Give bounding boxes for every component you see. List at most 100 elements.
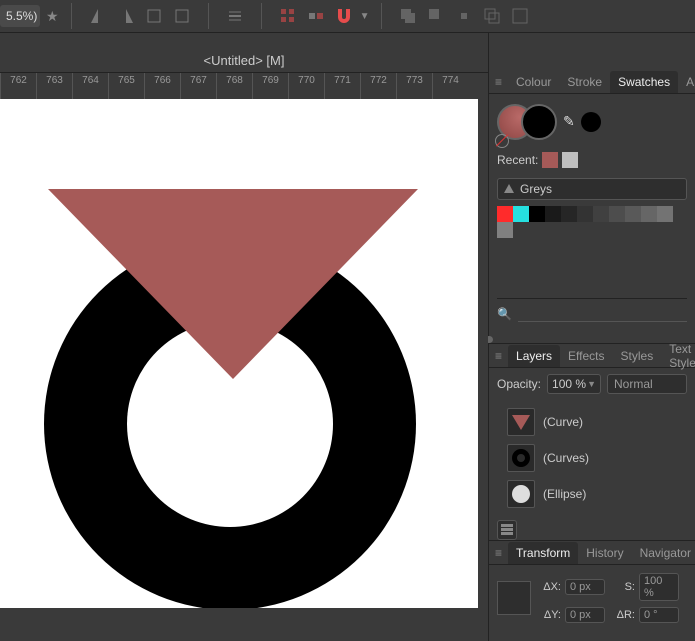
snapping-toggle-icon[interactable] — [333, 5, 355, 27]
recent-swatch[interactable] — [562, 152, 578, 168]
favorite-icon[interactable]: ★ — [46, 8, 59, 25]
recent-swatch[interactable] — [542, 152, 558, 168]
ruler-tick: 774 — [432, 73, 468, 99]
tab-layers[interactable]: Layers — [508, 345, 560, 367]
top-toolbar: 5.5%) ★ ▼ — [0, 0, 695, 33]
layer-name: (Curve) — [543, 415, 583, 429]
stroke-color-well[interactable] — [521, 104, 557, 140]
tab-text-styles[interactable]: Text Styles — [661, 338, 695, 374]
dx-label: ΔX: — [539, 581, 561, 593]
ruler-tick: 763 — [36, 73, 72, 99]
swatch[interactable] — [577, 206, 593, 222]
swatch[interactable] — [545, 206, 561, 222]
layer-name: (Ellipse) — [543, 487, 586, 501]
canvas-area: <Untitled> [M] 7627637647657667677687697… — [0, 33, 488, 641]
snap-guides-icon[interactable] — [305, 5, 327, 27]
layer-fx-button[interactable] — [497, 520, 517, 540]
swatch[interactable] — [561, 206, 577, 222]
swatch-search-input[interactable] — [518, 307, 687, 322]
canvas[interactable]: ⌖ — [0, 99, 488, 641]
ruler-tick: 766 — [144, 73, 180, 99]
tab-transform[interactable]: Transform — [508, 542, 578, 564]
dy-label: ΔY: — [539, 609, 561, 621]
cursor-pointer-icon: ⌖ — [374, 517, 383, 535]
search-icon: 🔍 — [497, 307, 512, 321]
swatch[interactable] — [641, 206, 657, 222]
opacity-field[interactable]: 100 %▼ — [547, 374, 601, 394]
tab-stroke[interactable]: Stroke — [559, 71, 610, 93]
layer-item[interactable]: (Ellipse) — [503, 476, 691, 512]
ruler-tick: 771 — [324, 73, 360, 99]
boolean-xor-icon[interactable] — [481, 5, 503, 27]
right-panels: ≡ Colour Stroke Swatches Appeara ✎ Recen… — [488, 33, 695, 641]
tab-swatches[interactable]: Swatches — [610, 71, 678, 93]
tab-effects[interactable]: Effects — [560, 345, 612, 367]
anchor-point-selector[interactable] — [497, 581, 531, 615]
snap-grid-icon[interactable] — [277, 5, 299, 27]
dx-field[interactable]: 0 px — [565, 579, 605, 595]
dy-field[interactable]: 0 px — [565, 607, 605, 623]
layer-item[interactable]: (Curve) — [503, 404, 691, 440]
ruler-tick: 773 — [396, 73, 432, 99]
panel-menu-icon[interactable]: ≡ — [495, 75, 502, 89]
rotate-cw-icon[interactable] — [171, 5, 193, 27]
dr-field[interactable]: 0 ° — [639, 607, 679, 623]
s-field[interactable]: 100 % — [639, 573, 679, 601]
opacity-label: Opacity: — [497, 377, 541, 391]
ruler-horizontal: 762763764765766767768769770771772773774 — [0, 73, 488, 99]
tab-styles[interactable]: Styles — [613, 345, 662, 367]
s-label: S: — [615, 581, 635, 593]
layer-name: (Curves) — [543, 451, 589, 465]
swatches-panel: ✎ Recent: Greys 🔍 — [489, 94, 695, 330]
ruler-tick: 765 — [108, 73, 144, 99]
flip-vertical-icon[interactable] — [115, 5, 137, 27]
zoom-field[interactable]: 5.5%) — [0, 5, 40, 27]
swatch-grid — [497, 206, 687, 238]
layer-item[interactable]: (Curves) — [503, 440, 691, 476]
ruler-tick: 767 — [180, 73, 216, 99]
swatch[interactable] — [593, 206, 609, 222]
layer-thumbnail — [507, 408, 535, 436]
tab-navigator[interactable]: Navigator — [632, 542, 695, 564]
layers-panel: ≡ Layers Effects Styles Text Styles Opac… — [489, 343, 695, 540]
layer-thumbnail — [507, 444, 535, 472]
ruler-tick: 772 — [360, 73, 396, 99]
swatch[interactable] — [657, 206, 673, 222]
swatch[interactable] — [529, 206, 545, 222]
tab-history[interactable]: History — [578, 542, 631, 564]
recent-label: Recent: — [497, 153, 538, 167]
ruler-tick: 769 — [252, 73, 288, 99]
ruler-tick: 764 — [72, 73, 108, 99]
color-panel-tabs: ≡ Colour Stroke Swatches Appeara — [489, 71, 695, 94]
flip-horizontal-icon[interactable] — [87, 5, 109, 27]
align-icon[interactable] — [224, 5, 246, 27]
snapping-dropdown-icon[interactable]: ▼ — [360, 11, 370, 22]
boolean-add-icon[interactable] — [397, 5, 419, 27]
panel-menu-icon[interactable]: ≡ — [495, 349, 502, 363]
chevron-down-icon[interactable]: ▼ — [587, 379, 596, 389]
swatch[interactable] — [497, 206, 513, 222]
secondary-color-well[interactable] — [581, 112, 601, 132]
dr-label: ΔR: — [615, 609, 635, 621]
layer-thumbnail — [507, 480, 535, 508]
boolean-intersect-icon[interactable] — [453, 5, 475, 27]
artboard — [0, 99, 478, 608]
swatch[interactable] — [625, 206, 641, 222]
swatch[interactable] — [609, 206, 625, 222]
ruler-tick: 768 — [216, 73, 252, 99]
none-indicator-icon[interactable] — [495, 134, 509, 148]
swatch-category-label: Greys — [520, 182, 552, 196]
tab-colour[interactable]: Colour — [508, 71, 559, 93]
swatch[interactable] — [513, 206, 529, 222]
boolean-subtract-icon[interactable] — [425, 5, 447, 27]
eyedropper-icon[interactable]: ✎ — [563, 113, 575, 130]
document-tab[interactable]: <Untitled> [M] — [0, 33, 488, 73]
swatch-category-select[interactable]: Greys — [497, 178, 687, 200]
tab-appearance[interactable]: Appeara — [678, 71, 695, 93]
panel-menu-icon[interactable]: ≡ — [495, 546, 502, 560]
swatch[interactable] — [497, 222, 513, 238]
rotate-ccw-icon[interactable] — [143, 5, 165, 27]
ruler-tick: 770 — [288, 73, 324, 99]
boolean-divide-icon[interactable] — [509, 5, 531, 27]
blend-mode-select[interactable]: Normal — [607, 374, 687, 394]
